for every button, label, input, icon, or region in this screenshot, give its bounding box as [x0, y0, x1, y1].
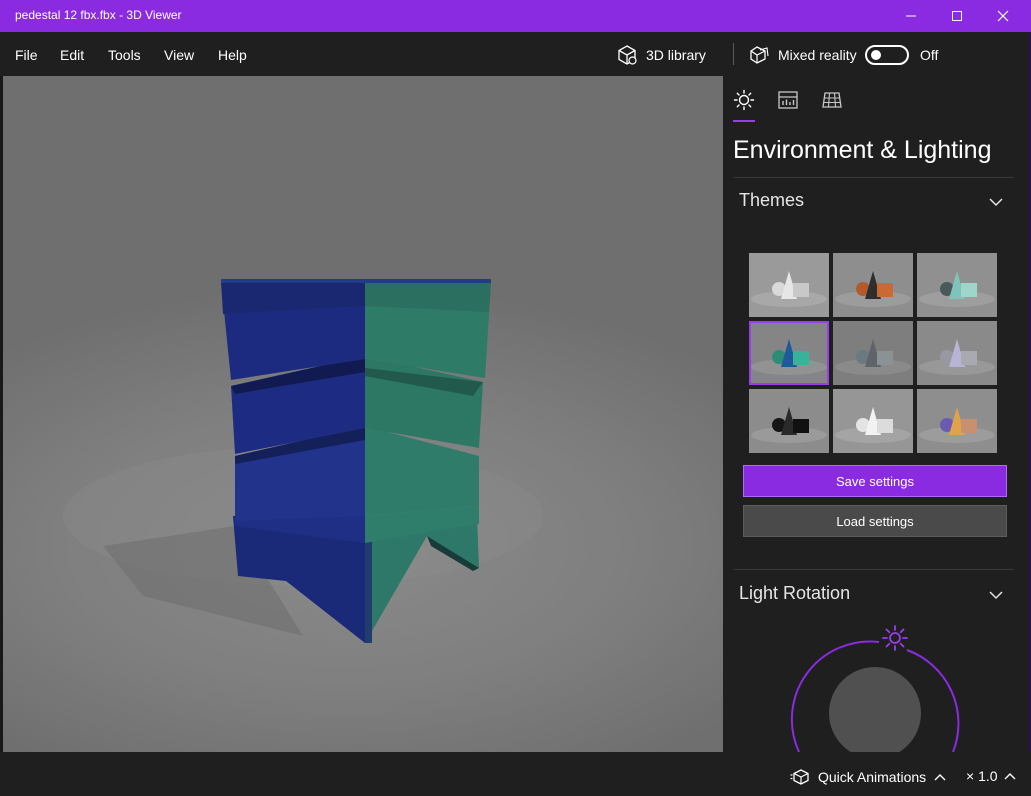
- load-settings-button[interactable]: Load settings: [743, 505, 1007, 537]
- animation-speed-label: × 1.0: [966, 768, 998, 784]
- theme-green[interactable]: [749, 321, 829, 385]
- tab-grid[interactable]: [820, 88, 844, 112]
- animation-speed-button[interactable]: × 1.0: [966, 768, 1016, 784]
- minimize-button[interactable]: [888, 0, 934, 32]
- minimize-icon: [906, 15, 916, 17]
- quick-animations-label: Quick Animations: [818, 769, 927, 785]
- mixed-reality-state: Off: [920, 47, 939, 63]
- maximize-button[interactable]: [934, 0, 980, 32]
- menu-file[interactable]: File: [15, 47, 38, 63]
- 3d-library-button[interactable]: 3D library: [616, 42, 706, 68]
- mixed-reality-button[interactable]: Mixed reality: [748, 42, 857, 68]
- theme-lavender[interactable]: [917, 321, 997, 385]
- theme-orange[interactable]: [833, 253, 913, 317]
- theme-slate[interactable]: [833, 321, 913, 385]
- chevron-up-icon: [934, 774, 946, 781]
- mixed-reality-label: Mixed reality: [778, 47, 857, 63]
- top-face-edge: [221, 279, 491, 283]
- menu-tools[interactable]: Tools: [108, 47, 141, 63]
- title-bar: pedestal 12 fbx.fbx - 3D Viewer: [0, 0, 1031, 32]
- quick-animations-button[interactable]: Quick Animations: [790, 768, 946, 786]
- stats-icon: [778, 91, 798, 109]
- tab-environment[interactable]: [732, 88, 756, 112]
- chevron-down-icon[interactable]: [987, 586, 1005, 604]
- settings-panel: Environment & Lighting Themes Save setti…: [723, 76, 1031, 752]
- chevron-down-icon[interactable]: [987, 193, 1005, 211]
- menu-help[interactable]: Help: [218, 47, 247, 63]
- theme-teal[interactable]: [917, 253, 997, 317]
- status-bar: Quick Animations × 1.0: [0, 752, 1031, 796]
- menu-edit[interactable]: Edit: [60, 47, 84, 63]
- 3d-library-label: 3D library: [646, 47, 706, 63]
- menu-view[interactable]: View: [164, 47, 194, 63]
- divider: [734, 569, 1014, 570]
- animation-cube-icon: [790, 769, 809, 785]
- menu-divider: [733, 43, 734, 65]
- sun-icon[interactable]: [882, 625, 908, 651]
- theme-black[interactable]: [749, 389, 829, 453]
- tab-stats[interactable]: [776, 88, 800, 112]
- divider: [734, 177, 1014, 178]
- toggle-knob: [871, 50, 881, 60]
- theme-grid: [749, 253, 997, 453]
- mixed-reality-toggle[interactable]: [865, 45, 909, 65]
- active-tab-indicator: [733, 120, 755, 122]
- panel-title: Environment & Lighting: [733, 136, 992, 164]
- save-settings-button[interactable]: Save settings: [743, 465, 1007, 497]
- grid-icon: [822, 92, 842, 108]
- sun-icon: [733, 89, 755, 111]
- theme-grey[interactable]: [749, 253, 829, 317]
- chevron-up-icon: [1004, 773, 1016, 780]
- close-button[interactable]: [980, 0, 1026, 32]
- maximize-icon: [952, 11, 962, 21]
- cube-icon: [618, 45, 637, 65]
- theme-multicolor[interactable]: [917, 389, 997, 453]
- light-rotation-dial[interactable]: [783, 616, 963, 752]
- theme-white[interactable]: [833, 389, 913, 453]
- mixed-reality-icon: [750, 46, 769, 64]
- themes-heading[interactable]: Themes: [739, 190, 804, 211]
- close-icon: [997, 10, 1009, 22]
- 3d-viewport[interactable]: [3, 76, 723, 752]
- window-title: pedestal 12 fbx.fbx - 3D Viewer: [15, 8, 182, 22]
- light-rotation-sphere: [829, 667, 921, 752]
- pedestal-model[interactable]: [3, 76, 723, 752]
- light-rotation-heading[interactable]: Light Rotation: [739, 583, 850, 604]
